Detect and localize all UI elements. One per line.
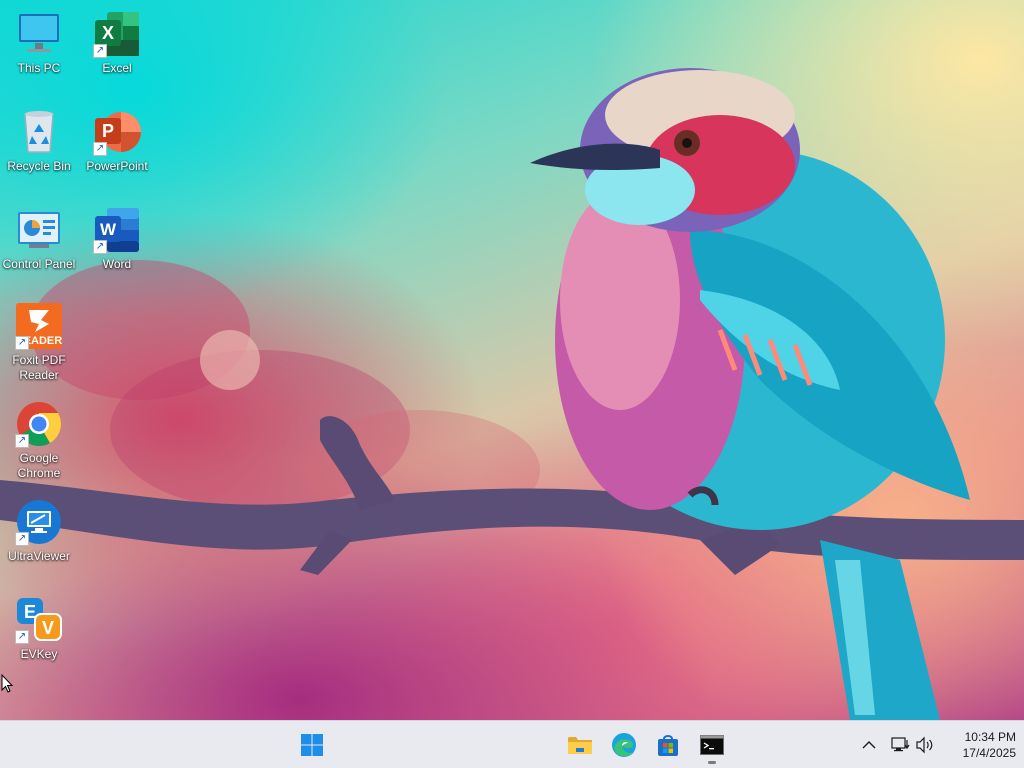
edge-button[interactable] bbox=[604, 725, 644, 765]
desktop-icon-google-chrome[interactable]: ↗ Google Chrome bbox=[0, 400, 78, 481]
mouse-cursor-icon bbox=[1, 673, 15, 699]
show-hidden-icons-button[interactable] bbox=[857, 733, 881, 757]
start-button[interactable] bbox=[292, 725, 332, 765]
shortcut-arrow-icon: ↗ bbox=[93, 44, 107, 58]
network-button[interactable] bbox=[889, 733, 913, 757]
word-icon: W ↗ bbox=[93, 206, 141, 254]
volume-button[interactable] bbox=[913, 733, 937, 757]
recycle-bin-icon bbox=[15, 108, 63, 156]
powerpoint-icon: P ↗ bbox=[93, 108, 141, 156]
network-icon bbox=[891, 737, 910, 752]
chevron-up-icon bbox=[862, 741, 876, 749]
shortcut-arrow-icon: ↗ bbox=[15, 532, 29, 546]
folder-icon bbox=[568, 737, 592, 754]
control-panel-icon bbox=[15, 206, 63, 254]
excel-icon: X ↗ bbox=[93, 10, 141, 58]
desktop-icon-this-pc[interactable]: This PC bbox=[0, 10, 78, 76]
edge-icon bbox=[612, 733, 636, 757]
shortcut-arrow-icon: ↗ bbox=[93, 240, 107, 254]
desktop-icon-recycle-bin[interactable]: Recycle Bin bbox=[0, 108, 78, 174]
volume-icon bbox=[916, 736, 933, 754]
desktop-icon-ultraviewer[interactable]: ↗ UltraViewer bbox=[0, 498, 78, 564]
foxit-reader-icon: READER ↗ bbox=[15, 302, 63, 350]
terminal-icon bbox=[700, 735, 724, 755]
evkey-icon: E V ↗ bbox=[15, 596, 63, 644]
taskbar: 10:34 PM 17/4/2025 bbox=[0, 720, 1024, 768]
desktop-icon-foxit-pdf-reader[interactable]: READER ↗ Foxit PDF Reader bbox=[0, 302, 78, 383]
clock-date: 17/4/2025 bbox=[962, 746, 1016, 760]
shortcut-arrow-icon: ↗ bbox=[15, 434, 29, 448]
desktop-icon-label: This PC bbox=[17, 61, 61, 75]
desktop-icon-label: Excel bbox=[102, 61, 132, 75]
store-icon bbox=[658, 735, 678, 756]
file-explorer-button[interactable] bbox=[560, 725, 600, 765]
svg-text:P: P bbox=[102, 121, 114, 141]
desktop-icon-label: Word bbox=[102, 257, 132, 271]
svg-text:V: V bbox=[42, 618, 54, 638]
desktop-icon-powerpoint[interactable]: P ↗ PowerPoint bbox=[78, 108, 156, 174]
desktop-icon-label: Foxit PDF Reader bbox=[12, 353, 66, 382]
chrome-icon: ↗ bbox=[15, 400, 63, 448]
desktop-icon-label: EVKey bbox=[20, 647, 58, 661]
computer-icon bbox=[15, 10, 63, 58]
shortcut-arrow-icon: ↗ bbox=[15, 336, 29, 350]
microsoft-store-button[interactable] bbox=[648, 725, 688, 765]
desktop-icon-word[interactable]: W ↗ Word bbox=[78, 206, 156, 272]
desktop-icon-excel[interactable]: X ↗ Excel bbox=[78, 10, 156, 76]
ultraviewer-icon: ↗ bbox=[15, 498, 63, 546]
desktop-icon-label: PowerPoint bbox=[86, 159, 148, 173]
desktop-icon-label: UltraViewer bbox=[8, 549, 70, 563]
desktop-icon-evkey[interactable]: E V ↗ EVKey bbox=[0, 596, 78, 662]
desktop-icon-control-panel[interactable]: Control Panel bbox=[0, 206, 78, 272]
shortcut-arrow-icon: ↗ bbox=[93, 142, 107, 156]
shortcut-arrow-icon: ↗ bbox=[15, 630, 29, 644]
windows-logo-icon bbox=[301, 734, 323, 756]
clock-time: 10:34 PM bbox=[964, 730, 1016, 744]
desktop-icon-label: Google Chrome bbox=[17, 451, 61, 480]
svg-text:X: X bbox=[102, 23, 114, 43]
taskbar-clock[interactable]: 10:34 PM 17/4/2025 bbox=[940, 729, 1016, 761]
svg-text:W: W bbox=[100, 220, 117, 239]
command-prompt-button[interactable] bbox=[692, 725, 732, 765]
desktop-icon-label: Control Panel bbox=[2, 257, 76, 271]
desktop-icon-label: Recycle Bin bbox=[7, 159, 71, 173]
